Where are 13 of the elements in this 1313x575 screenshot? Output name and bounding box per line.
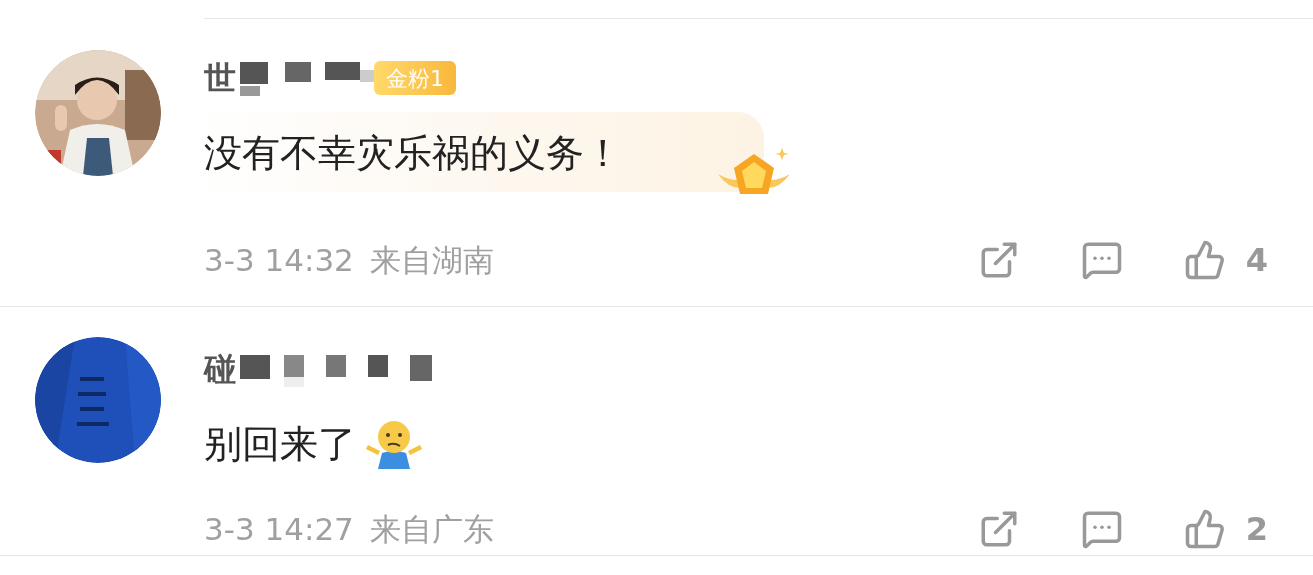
like-count: 4 <box>1245 244 1268 276</box>
comment-time: 3-3 14:27 <box>204 513 354 545</box>
user-name[interactable]: 碰 <box>204 353 236 385</box>
like-icon[interactable] <box>1183 508 1226 550</box>
comment-time: 3-3 14:32 <box>204 244 354 276</box>
comment-location: 来自广东 <box>369 513 494 545</box>
comment-text: 别回来了 <box>204 425 356 463</box>
like-icon[interactable] <box>1183 239 1226 281</box>
comment-location: 来自湖南 <box>369 244 494 276</box>
user-name[interactable]: 世 <box>204 62 236 94</box>
fan-badge: 金粉1 <box>374 61 456 95</box>
like-count: 2 <box>1245 513 1268 545</box>
comment-text: 没有不幸灾乐祸的义务！ <box>204 134 622 172</box>
